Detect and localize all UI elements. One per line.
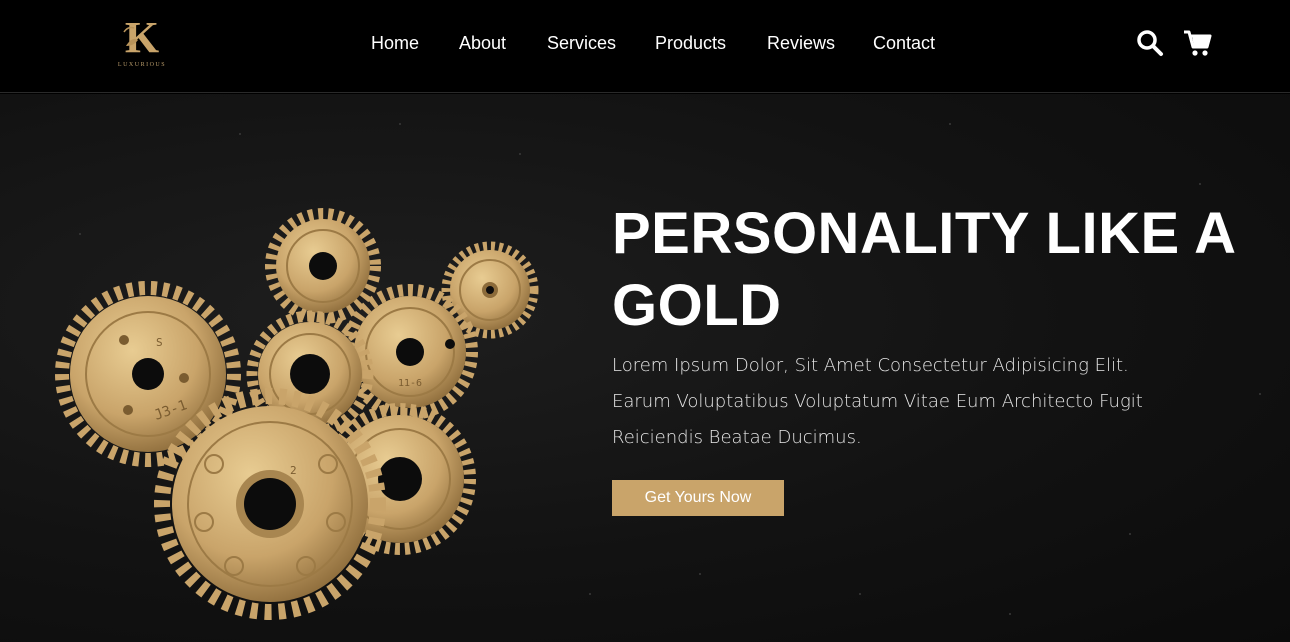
nav-home[interactable]: Home [371, 32, 419, 54]
main-nav: Home About Services Products Reviews Con… [0, 0, 1290, 93]
gear-top [265, 208, 381, 324]
get-yours-now-button[interactable]: Get Yours Now [612, 480, 784, 516]
cart-button[interactable] [1183, 28, 1213, 58]
nav-contact[interactable]: Contact [873, 32, 935, 54]
nav-products[interactable]: Products [655, 32, 726, 54]
hero-section: 11-6 S J3-1 2 PERSONALITY LIKE A GOLD Lo… [0, 94, 1290, 642]
hero-title: PERSONALITY LIKE A GOLD [612, 201, 1235, 338]
nav-about[interactable]: About [459, 32, 506, 54]
top-navbar: K LUXURIOUS Home About Services Products… [0, 0, 1290, 93]
cart-icon [1184, 30, 1212, 56]
svg-text:11-6: 11-6 [398, 378, 422, 389]
svg-text:2: 2 [290, 464, 297, 477]
svg-text:S: S [156, 336, 163, 349]
search-button[interactable] [1135, 28, 1165, 58]
hero-description: Lorem Ipsum Dolor, Sit Amet Consectetur … [612, 355, 1143, 448]
gold-gears-image: 11-6 S J3-1 2 [55, 208, 539, 620]
nav-services[interactable]: Services [547, 32, 616, 54]
nav-reviews[interactable]: Reviews [767, 32, 835, 54]
gear-front-large: 2 [154, 388, 386, 620]
search-icon [1137, 30, 1163, 56]
